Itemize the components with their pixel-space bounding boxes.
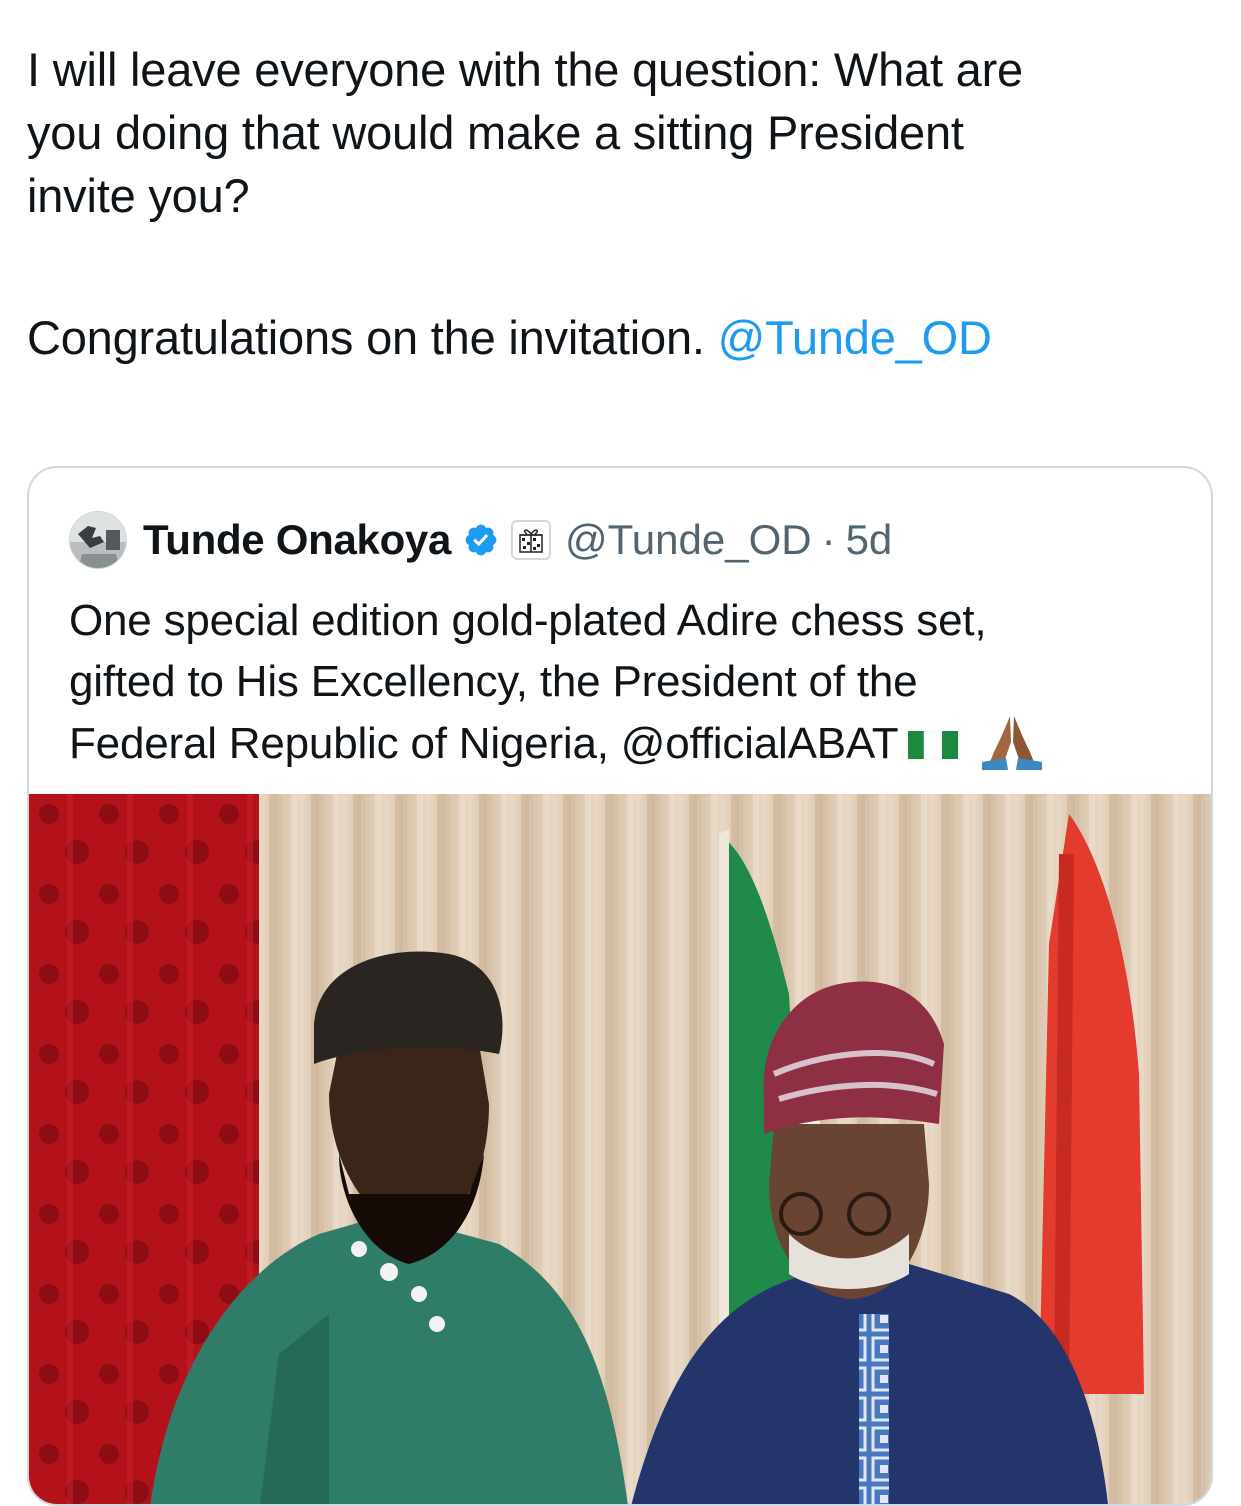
mention-link[interactable]: @Tunde_OD — [718, 311, 992, 364]
quoted-text-line: gifted to His Excellency, the President … — [69, 657, 918, 706]
attached-photo[interactable] — [29, 794, 1211, 1504]
quoted-text-line: One special edition gold-plated Adire ch… — [69, 596, 987, 645]
congrats-text: Congratulations on the invitation. — [27, 311, 718, 364]
tweet-body: I will leave everyone with the question:… — [27, 38, 1217, 369]
author-name[interactable]: Tunde Onakoya — [143, 516, 451, 564]
avatar[interactable] — [69, 511, 127, 569]
quoted-tweet-card[interactable]: Tunde Onakoya @Tunde_OD · 5d One special… — [27, 466, 1213, 1506]
tweet-text-line: I will leave everyone with the question:… — [27, 43, 1023, 96]
folded-hands-icon — [982, 716, 1043, 770]
tweet-text-line: you doing that would make a sitting Pres… — [27, 106, 964, 159]
quoted-tweet-text: One special edition gold-plated Adire ch… — [69, 590, 1179, 774]
author-handle[interactable]: @Tunde_OD — [565, 516, 812, 564]
nigeria-flag-icon — [908, 730, 959, 760]
tweet-text-line: Congratulations on the invitation. @Tund… — [27, 306, 1217, 369]
timestamp[interactable]: 5d — [846, 516, 893, 564]
quoted-tweet-header: Tunde Onakoya @Tunde_OD · 5d — [69, 511, 893, 569]
tweet-text-line: invite you? — [27, 169, 250, 222]
quoted-text-line: Federal Republic of Nigeria, @officialAB… — [69, 712, 1179, 774]
chessboard-gift-badge-icon[interactable] — [511, 520, 552, 560]
separator-dot: · — [821, 516, 836, 563]
quoted-text-segment: Federal Republic of Nigeria, @officialAB… — [69, 719, 899, 768]
verified-icon — [465, 524, 497, 556]
